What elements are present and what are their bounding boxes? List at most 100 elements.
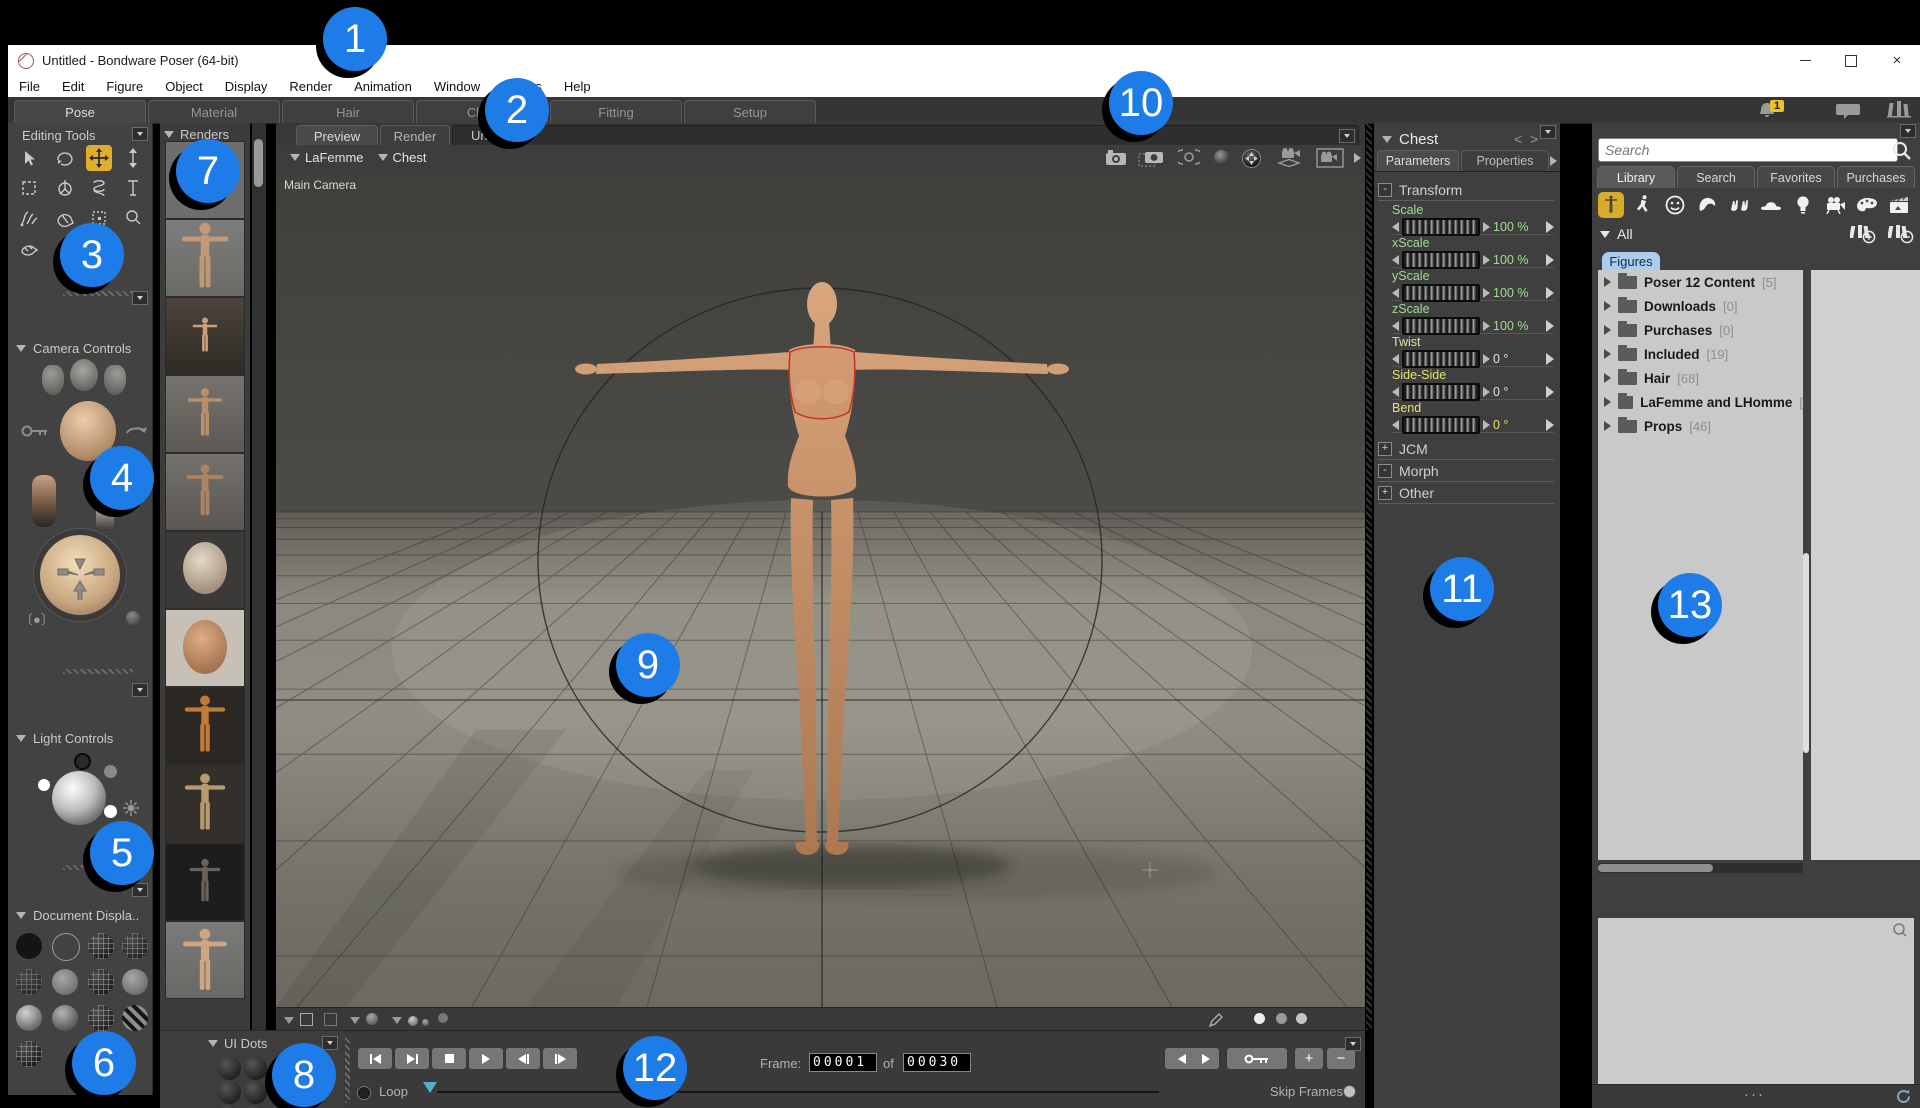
- select-tool[interactable]: [16, 145, 42, 171]
- category-hands-icon[interactable]: [1726, 192, 1752, 218]
- light-controls-menu-icon[interactable]: [132, 683, 148, 697]
- folder-poser12-content[interactable]: Poser 12 Content[5]: [1598, 270, 1803, 294]
- render-compare-icon[interactable]: [1178, 148, 1200, 166]
- step-back-button[interactable]: [506, 1048, 540, 1069]
- depth-cue-menu-icon[interactable]: [284, 1017, 294, 1024]
- dial-slider[interactable]: [1402, 383, 1480, 401]
- skip-frames-toggle[interactable]: [1343, 1085, 1356, 1098]
- library-tab-purchases[interactable]: Purchases: [1837, 166, 1915, 188]
- translate-in-out-tool[interactable]: [120, 145, 146, 171]
- room-tab-hair[interactable]: Hair: [282, 100, 414, 123]
- move-hands-left-icon[interactable]: [42, 365, 64, 395]
- light-indicator-left-icon[interactable]: [38, 779, 50, 791]
- document-display-header[interactable]: Document Displa..: [16, 908, 148, 923]
- dial-decrement[interactable]: [1392, 387, 1399, 397]
- dial-value[interactable]: 100 %: [1493, 220, 1537, 234]
- tab-properties[interactable]: Properties: [1461, 150, 1549, 171]
- room-tab-material[interactable]: Material: [148, 100, 280, 123]
- depth-cue-icon[interactable]: [300, 1013, 313, 1026]
- more-arrow-icon[interactable]: [1354, 153, 1361, 163]
- parameters-menu-icon[interactable]: [1540, 125, 1556, 139]
- style-ball-icon[interactable]: [366, 1013, 378, 1025]
- camera-controls-header[interactable]: Camera Controls: [16, 341, 131, 356]
- last-frame-button[interactable]: [395, 1048, 429, 1069]
- dial-value[interactable]: 100 %: [1493, 319, 1537, 333]
- dial-increment[interactable]: [1483, 321, 1490, 331]
- add-keyframe-button[interactable]: +: [1295, 1048, 1323, 1069]
- edit-pencil-icon[interactable]: [1208, 1012, 1224, 1028]
- dial-decrement[interactable]: [1392, 354, 1399, 364]
- figure-style-menu-icon[interactable]: [392, 1017, 402, 1024]
- library-scrollbar[interactable]: [1803, 553, 1809, 753]
- style-texture-wireframe[interactable]: [16, 1041, 42, 1067]
- chat-bubble-icon[interactable]: [1836, 102, 1860, 119]
- dial-decrement[interactable]: [1392, 420, 1399, 430]
- render-thumbnail[interactable]: [166, 766, 244, 842]
- tab-parameters[interactable]: Parameters: [1377, 150, 1459, 171]
- style-texture-shaded[interactable]: [122, 1005, 148, 1031]
- document-display-menu-icon[interactable]: [132, 883, 148, 897]
- render-thumbnail[interactable]: [166, 454, 244, 530]
- menu-display[interactable]: Display: [214, 79, 279, 94]
- morphing-tool[interactable]: [52, 175, 78, 201]
- render-camera-icon[interactable]: [1104, 148, 1128, 166]
- style-menu-icon[interactable]: [350, 1017, 360, 1024]
- menu-file[interactable]: File: [8, 79, 51, 94]
- viewport-params-divider[interactable]: [1366, 123, 1372, 1030]
- dial-increment[interactable]: [1483, 354, 1490, 364]
- library-tab-library[interactable]: Library: [1597, 166, 1675, 188]
- dial-slider[interactable]: [1402, 284, 1480, 302]
- render-thumbnail[interactable]: [166, 688, 244, 764]
- library-sync-icon[interactable]: [1895, 1088, 1912, 1105]
- timeline-track[interactable]: [437, 1091, 1159, 1093]
- area-render-camera-icon[interactable]: [1138, 148, 1164, 167]
- render-thumbnail[interactable]: [166, 532, 244, 608]
- actor-menu-figure[interactable]: LaFemme: [290, 150, 364, 165]
- dial-decrement[interactable]: [1392, 255, 1399, 265]
- actor-menu-bodypart[interactable]: Chest: [378, 150, 427, 165]
- panel-drag-handle[interactable]: [345, 1037, 350, 1103]
- ui-dot-5[interactable]: [244, 1081, 267, 1104]
- group-other[interactable]: +Other: [1378, 483, 1554, 504]
- menu-help[interactable]: Help: [553, 79, 602, 94]
- stop-button[interactable]: [432, 1048, 466, 1069]
- category-hair-icon[interactable]: [1694, 192, 1720, 218]
- color-tool[interactable]: [16, 235, 42, 261]
- style-smooth-lined[interactable]: [52, 1005, 78, 1031]
- viewport-3d-scene[interactable]: Main Camera: [276, 170, 1365, 1007]
- group-jcm[interactable]: +JCM: [1378, 439, 1554, 460]
- move-hands-right-icon[interactable]: [104, 365, 126, 395]
- timeline-marker[interactable]: [423, 1082, 437, 1093]
- library-menu-icon[interactable]: [1900, 124, 1916, 138]
- taper-tool[interactable]: [120, 175, 146, 201]
- render-thumbnail[interactable]: [166, 610, 244, 686]
- menu-edit[interactable]: Edit: [51, 79, 95, 94]
- dial-slider[interactable]: [1402, 416, 1480, 434]
- delete-keyframe-button[interactable]: −: [1327, 1048, 1355, 1069]
- editing-tools-menu-icon[interactable]: [132, 127, 148, 141]
- figures-section-button[interactable]: Figures: [1602, 252, 1660, 270]
- next-actor-arrow[interactable]: >: [1530, 131, 1538, 147]
- menu-animation[interactable]: Animation: [343, 79, 423, 94]
- dial-flyout[interactable]: [1546, 353, 1554, 365]
- first-frame-button[interactable]: [358, 1048, 392, 1069]
- ui-dot-2[interactable]: [244, 1057, 267, 1080]
- style-flat-shaded[interactable]: [52, 969, 78, 995]
- library-tab-favorites[interactable]: Favorites: [1757, 166, 1835, 188]
- render-thumbnail[interactable]: [166, 220, 244, 296]
- menu-render[interactable]: Render: [278, 79, 343, 94]
- style-outline[interactable]: [52, 933, 80, 961]
- dial-value[interactable]: 0 °: [1493, 352, 1537, 366]
- key-camera-icon[interactable]: [20, 423, 50, 439]
- next-key-button[interactable]: [1193, 1048, 1219, 1069]
- dial-decrement[interactable]: [1392, 222, 1399, 232]
- folder-included[interactable]: Included[19]: [1598, 342, 1803, 366]
- dial-value[interactable]: 100 %: [1493, 253, 1537, 267]
- params-more-arrow[interactable]: [1550, 156, 1557, 166]
- dial-flyout[interactable]: [1546, 320, 1554, 332]
- render-thumbnail[interactable]: [166, 844, 244, 920]
- render-thumbnail[interactable]: [166, 376, 244, 452]
- style-cartoon[interactable]: [122, 969, 148, 995]
- renders-header[interactable]: Renders: [164, 127, 229, 142]
- style-shadowed[interactable]: [88, 1005, 114, 1031]
